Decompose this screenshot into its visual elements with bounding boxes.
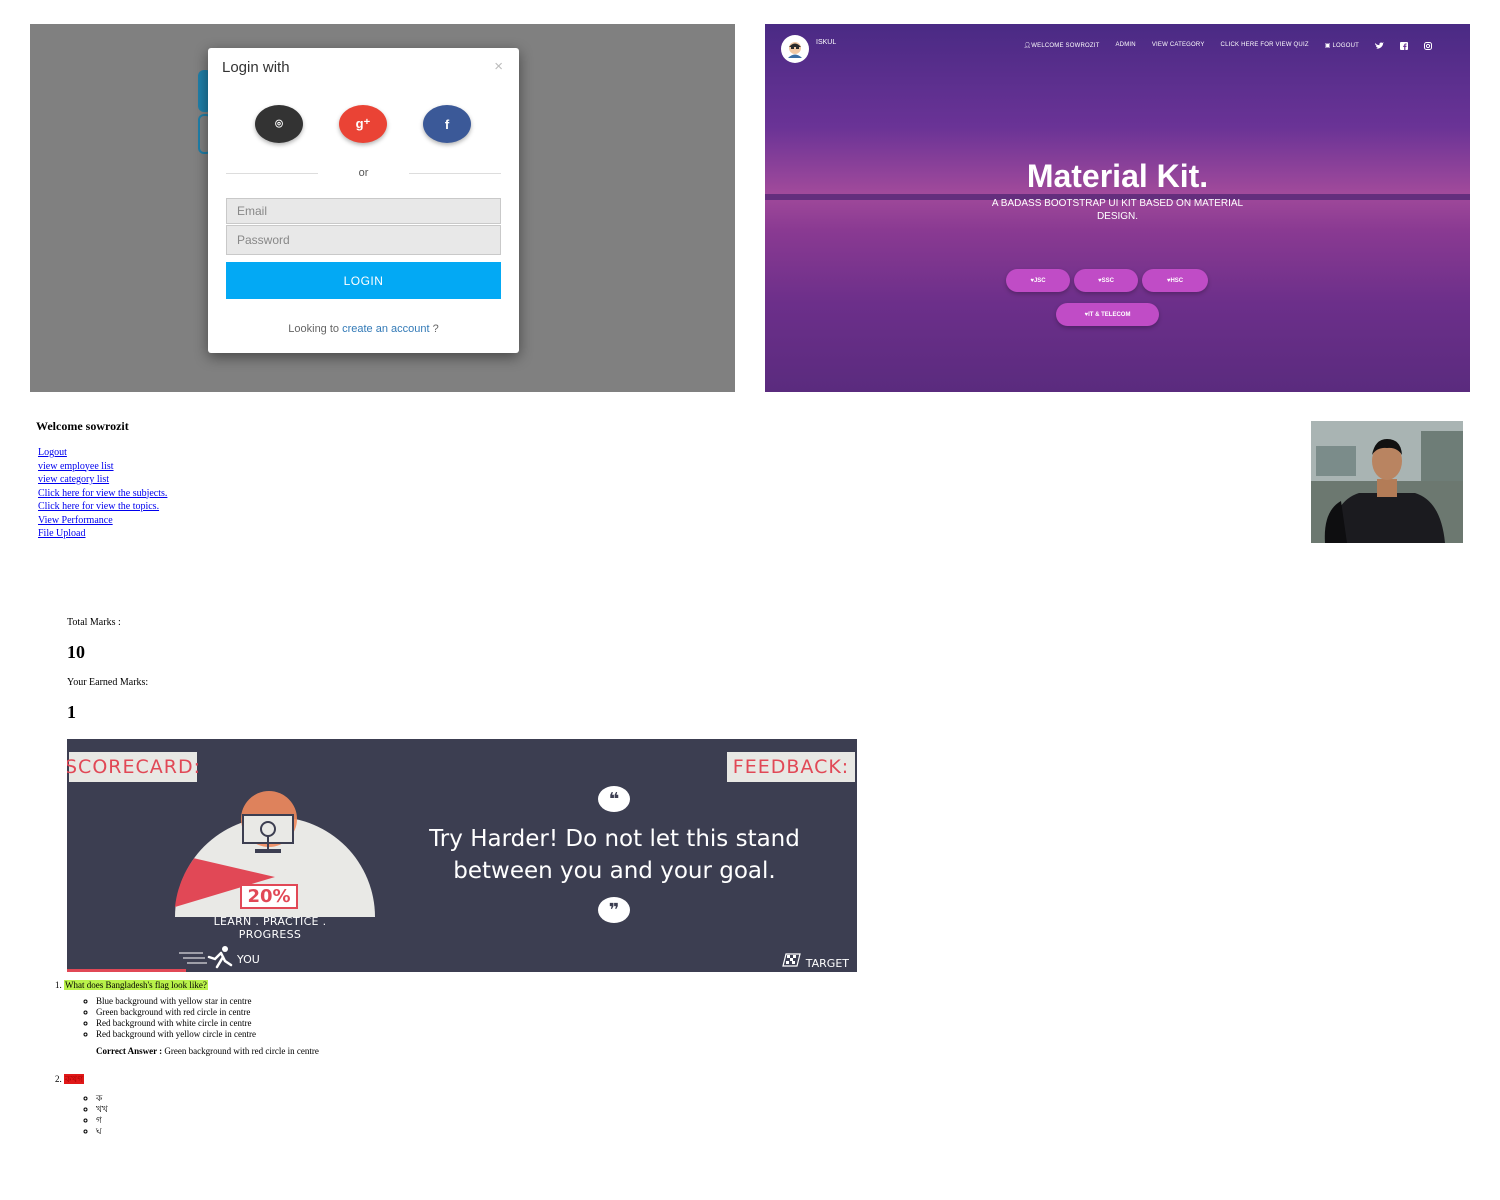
hero-title: Material Kit. bbox=[1026, 158, 1209, 194]
nav-item-view-category[interactable]: VIEW CATEGORY bbox=[1152, 42, 1205, 52]
admin-menu-links: Logout view employee list view category … bbox=[38, 446, 167, 541]
list-item: Click here for view the topics. bbox=[38, 500, 167, 514]
github-login-button[interactable]: ⌾ bbox=[255, 105, 303, 143]
answer-option: খখ bbox=[96, 1104, 736, 1115]
avatar-logo[interactable] bbox=[781, 35, 809, 63]
hero-subtitle: A BADASS BOOTSTRAP UI KIT BASED ON MATER… bbox=[991, 198, 1244, 222]
signup-prompt-suffix: ? bbox=[432, 323, 439, 335]
correct-answer: Correct Answer : Green background with r… bbox=[96, 1046, 736, 1056]
answer-options: Blue background with yellow star in cent… bbox=[64, 996, 736, 1040]
close-quote-icon: ❞ bbox=[598, 897, 630, 923]
nav-item-admin[interactable]: ADMIN bbox=[1115, 42, 1135, 52]
list-item: View Performance bbox=[38, 514, 167, 528]
nav-item-view-quiz[interactable]: CLICK HERE FOR VIEW QUIZ bbox=[1221, 42, 1309, 52]
divider-line-right bbox=[409, 173, 501, 174]
correct-answer-label: Correct Answer : bbox=[96, 1046, 163, 1056]
login-title: Login with bbox=[222, 59, 290, 76]
scorecard-banner: SCORECARD: FEEDBACK: 20% LEARN . PRACTIC… bbox=[67, 739, 857, 972]
answer-option: ক bbox=[96, 1093, 736, 1104]
answer-option: Red background with yellow circle in cen… bbox=[96, 1029, 736, 1040]
brand-name[interactable]: ISKUL bbox=[816, 39, 836, 46]
score-percent: 20% bbox=[240, 884, 298, 909]
category-pill-ssc[interactable]: ♥ SSC bbox=[1074, 269, 1138, 292]
answer-option: ঘ bbox=[96, 1126, 736, 1137]
avatar-icon bbox=[788, 42, 802, 58]
google-plus-login-button[interactable]: g⁺ bbox=[339, 105, 387, 143]
list-item: File Upload bbox=[38, 527, 167, 541]
view-topics-link[interactable]: Click here for view the topics. bbox=[38, 501, 159, 512]
view-performance-link[interactable]: View Performance bbox=[38, 515, 113, 526]
you-label: YOU bbox=[237, 953, 260, 966]
facebook-login-button[interactable]: f bbox=[423, 105, 471, 143]
google-plus-icon: g⁺ bbox=[355, 116, 371, 131]
person-photo-illustration bbox=[1311, 421, 1463, 543]
answer-option: গ bbox=[96, 1115, 736, 1126]
facebook-icon: f bbox=[444, 116, 450, 132]
quiz-question-list: What does Bangladesh's flag look like? B… bbox=[36, 980, 736, 1137]
target-marker: TARGET bbox=[782, 953, 849, 970]
facebook-square-icon[interactable] bbox=[1400, 42, 1408, 52]
nav-item-welcome[interactable]: 👤︎WELCOME SOWROZIT bbox=[1023, 42, 1099, 52]
list-item: Logout bbox=[38, 446, 167, 460]
earned-marks-label: Your Earned Marks: bbox=[67, 677, 149, 688]
answer-options: ক খখ গ ঘ bbox=[64, 1093, 736, 1137]
earned-marks-value: 1 bbox=[67, 702, 76, 722]
logout-link[interactable]: Logout bbox=[38, 447, 67, 458]
question-item: কখগ ক খখ গ ঘ bbox=[64, 1072, 736, 1137]
correct-answer-value: Green background with red circle in cent… bbox=[164, 1046, 319, 1056]
category-pill-jsc[interactable]: ♥ JSC bbox=[1006, 269, 1070, 292]
welcome-heading: Welcome sowrozit bbox=[36, 419, 129, 433]
question-text: কখগ bbox=[64, 1074, 85, 1084]
or-divider: or bbox=[226, 166, 501, 182]
score-tagline: LEARN . PRACTICE . PROGRESS bbox=[213, 915, 327, 941]
runner-icon bbox=[179, 946, 233, 969]
file-upload-link[interactable]: File Upload bbox=[38, 528, 86, 539]
list-item: view employee list bbox=[38, 460, 167, 474]
twitter-icon[interactable] bbox=[1375, 42, 1384, 52]
feedback-label: FEEDBACK: bbox=[727, 752, 855, 782]
checkered-flag-icon bbox=[782, 953, 806, 970]
instagram-icon[interactable] bbox=[1424, 42, 1432, 52]
list-item: view category list bbox=[38, 473, 167, 487]
answer-option: Red background with white circle in cent… bbox=[96, 1018, 736, 1029]
profile-photo bbox=[1311, 421, 1463, 543]
question-text: What does Bangladesh's flag look like? bbox=[64, 980, 208, 990]
material-kit-screenshot-panel: ISKUL 👤︎WELCOME SOWROZIT ADMIN VIEW CATE… bbox=[765, 24, 1470, 392]
view-category-list-link[interactable]: view category list bbox=[38, 474, 109, 485]
create-account-link[interactable]: create an account bbox=[342, 323, 429, 335]
login-modal: Login with × ⌾ g⁺ f or LOGIN Looking to … bbox=[208, 48, 519, 353]
list-item: Click here for view the subjects. bbox=[38, 487, 167, 501]
category-pill-it-telecom[interactable]: ♥ IT & TELECOM bbox=[1056, 303, 1159, 326]
nav-item-logout[interactable]: ▣ LOGOUT bbox=[1325, 42, 1359, 52]
github-icon: ⌾ bbox=[275, 116, 283, 131]
view-subjects-link[interactable]: Click here for view the subjects. bbox=[38, 488, 167, 499]
question-item: What does Bangladesh's flag look like? B… bbox=[64, 980, 736, 1056]
login-button[interactable]: LOGIN bbox=[226, 262, 501, 299]
login-screenshot-panel: Login with × ⌾ g⁺ f or LOGIN Looking to … bbox=[30, 24, 735, 392]
feedback-quote: Try Harder! Do not let this stand betwee… bbox=[429, 826, 800, 884]
password-field[interactable] bbox=[226, 225, 501, 255]
answer-option: Green background with red circle in cent… bbox=[96, 1007, 736, 1018]
signup-prompt: Looking to create an account ? bbox=[208, 323, 519, 335]
close-icon[interactable]: × bbox=[494, 58, 503, 75]
answer-option: Blue background with yellow star in cent… bbox=[96, 996, 736, 1007]
open-quote-icon: ❝ bbox=[598, 786, 630, 812]
category-pill-hsc[interactable]: ♥ HSC bbox=[1142, 269, 1208, 292]
total-marks-label: Total Marks : bbox=[67, 617, 121, 628]
view-employee-list-link[interactable]: view employee list bbox=[38, 461, 114, 472]
top-nav: 👤︎WELCOME SOWROZIT ADMIN VIEW CATEGORY C… bbox=[1023, 42, 1432, 52]
total-marks-value: 10 bbox=[67, 642, 85, 662]
target-label: TARGET bbox=[805, 957, 849, 970]
signup-prompt-prefix: Looking to bbox=[288, 323, 340, 335]
email-field[interactable] bbox=[226, 198, 501, 224]
progress-bar-fill bbox=[67, 969, 186, 972]
